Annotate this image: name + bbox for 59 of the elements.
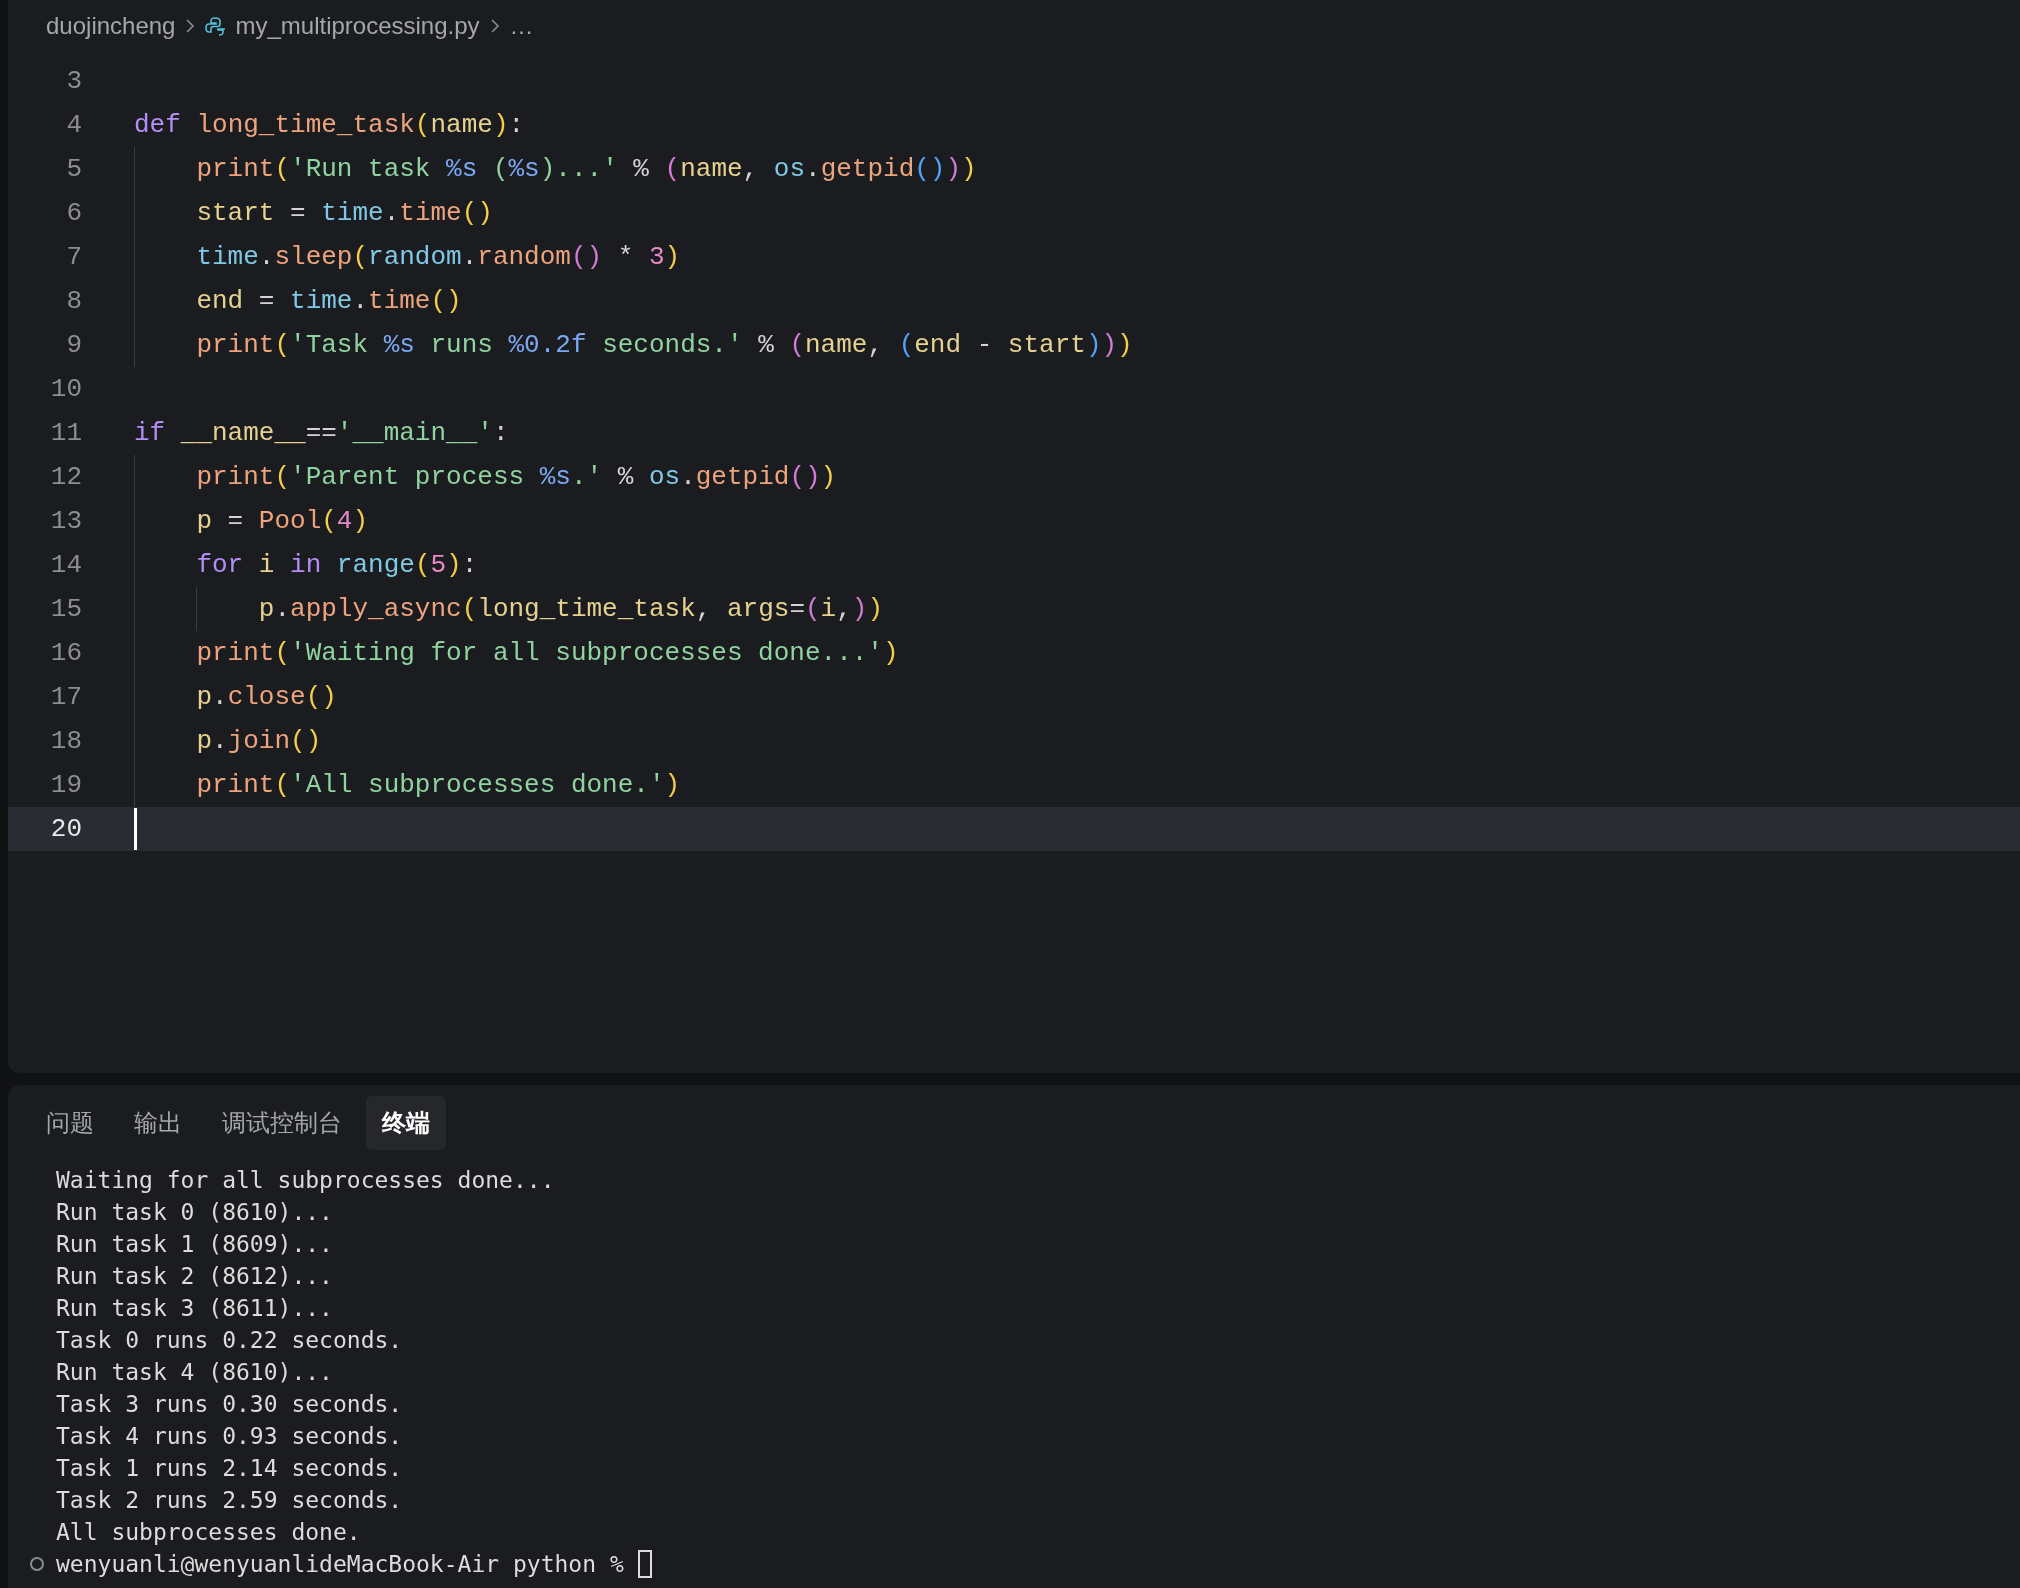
line-number: 15 <box>49 592 82 626</box>
breadcrumb-more[interactable]: … <box>509 8 534 44</box>
line-number: 19 <box>49 768 82 802</box>
line-number: 16 <box>49 636 82 670</box>
chevron-icon <box>489 18 500 34</box>
panel-tab[interactable]: 输出 <box>118 1096 198 1150</box>
breadcrumb-folder[interactable]: duojincheng <box>46 8 176 44</box>
line-number: 8 <box>65 284 82 318</box>
code-line: p.join() <box>195 724 322 758</box>
code-line: end = time.time() <box>195 284 462 318</box>
code-line: print('All subprocesses done.') <box>195 768 681 802</box>
code-line: time.sleep(random.random() * 3) <box>195 240 681 274</box>
terminal-line: Run task 3 (8611)... <box>56 1295 333 1321</box>
terminal-line: Run task 2 (8612)... <box>56 1263 333 1289</box>
terminal-prompt: wenyuanli@wenyuanlideMacBook-Air python % <box>56 1549 624 1579</box>
code-line: p.close() <box>195 680 337 714</box>
breadcrumb-file[interactable]: my_multiprocessing.py <box>235 8 480 44</box>
terminal-line: All subprocesses done. <box>56 1519 361 1545</box>
code-line: p = Pool(4) <box>195 504 369 538</box>
line-number: 4 <box>65 108 82 142</box>
line-number: 18 <box>49 724 82 758</box>
text-cursor <box>134 808 137 850</box>
panel-tab[interactable]: 调试控制台 <box>206 1096 358 1150</box>
code-line: def long_time_task(name): <box>134 108 525 142</box>
line-number: 9 <box>65 328 82 362</box>
prompt-status-icon <box>29 1556 45 1572</box>
line-number: 7 <box>65 240 82 274</box>
line-number: 20 <box>49 812 82 846</box>
panel-tab[interactable]: 问题 <box>30 1096 110 1150</box>
code-line: p.apply_async(long_time_task, args=(i,)) <box>257 592 884 626</box>
chevron-icon <box>185 18 196 34</box>
terminal-line: Task 1 runs 2.14 seconds. <box>56 1455 403 1481</box>
python-file-icon <box>205 16 226 36</box>
line-number: 3 <box>65 64 82 98</box>
code-line: print('Task %s runs %0.2f seconds.' % (name, (end - start))) <box>195 328 1133 362</box>
terminal-line: Task 0 runs 0.22 seconds. <box>56 1327 403 1353</box>
terminal-cursor <box>637 1550 652 1578</box>
code-line: print('Waiting for all subprocesses done...') <box>195 636 899 670</box>
terminal-line: Run task 0 (8610)... <box>56 1199 333 1225</box>
terminal-line: Run task 1 (8609)... <box>56 1231 333 1257</box>
line-number: 11 <box>49 416 82 450</box>
terminal-line: Task 2 runs 2.59 seconds. <box>56 1487 403 1513</box>
code-line: if __name__=='__main__': <box>134 416 509 450</box>
panel-tab[interactable]: 终端 <box>366 1096 446 1150</box>
code-line: start = time.time() <box>195 196 493 230</box>
terminal-line: Run task 4 (8610)... <box>56 1359 333 1385</box>
terminal-line: Task 4 runs 0.93 seconds. <box>56 1423 403 1449</box>
code-line: for i in range(5): <box>195 548 478 582</box>
line-number: 6 <box>65 196 82 230</box>
terminal-line: Task 3 runs 0.30 seconds. <box>56 1391 403 1417</box>
line-number: 5 <box>65 152 82 186</box>
line-number: 17 <box>49 680 82 714</box>
line-number: 13 <box>49 504 82 538</box>
code-line: print('Run task %s (%s)...' % (name, os.getpid())) <box>195 152 977 186</box>
line-number: 10 <box>49 372 82 406</box>
code-line: print('Parent process %s.' % os.getpid()) <box>195 460 837 494</box>
line-number: 12 <box>49 460 82 494</box>
line-number: 14 <box>49 548 82 582</box>
terminal-line: Waiting for all subprocesses done... <box>56 1167 555 1193</box>
